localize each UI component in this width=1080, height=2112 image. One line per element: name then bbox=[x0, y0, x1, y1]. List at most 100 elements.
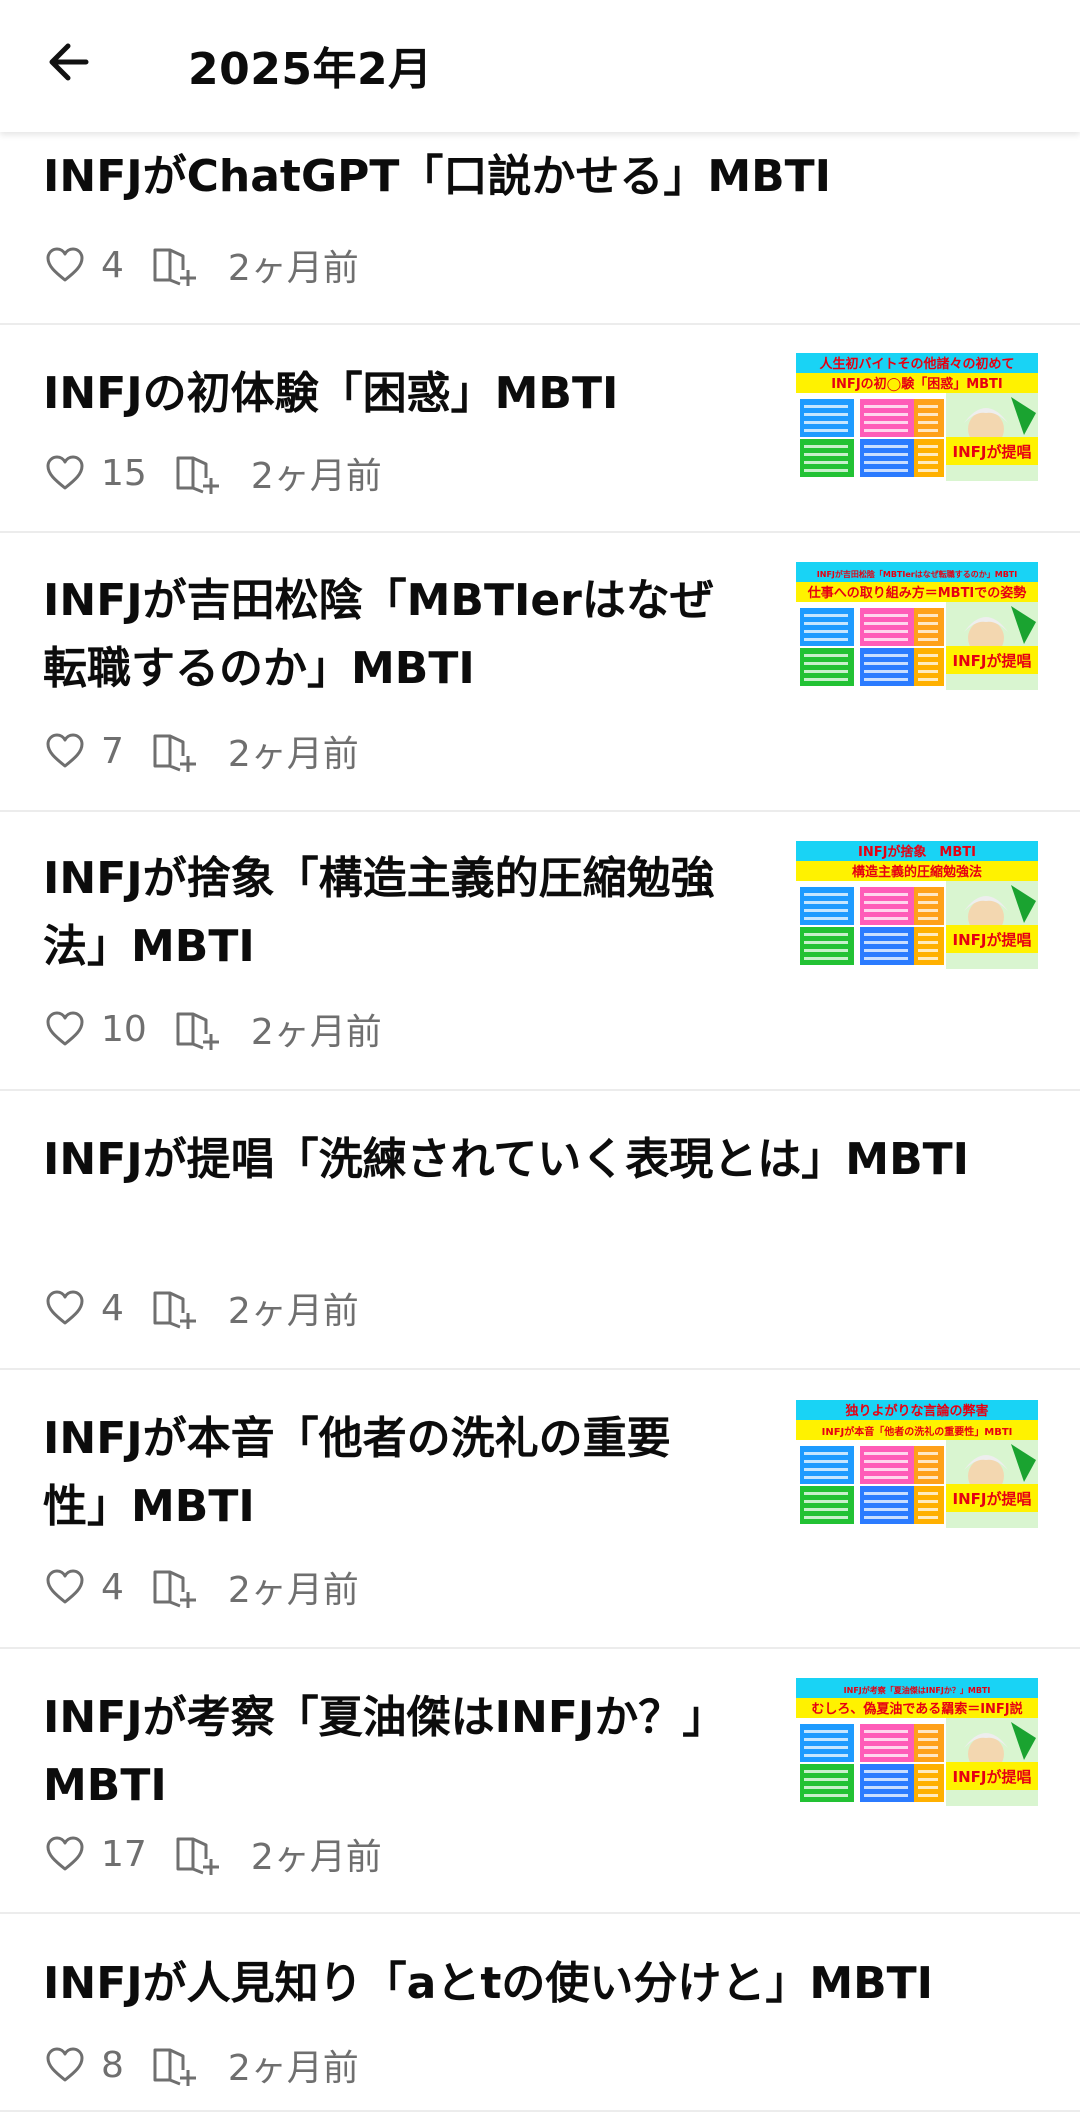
article-meta: 4 2ヶ月前 bbox=[43, 240, 359, 290]
add-to-magazine-button[interactable] bbox=[147, 448, 223, 498]
article-thumbnail[interactable]: INFJが考察「夏油傑はINFJか？」MBTI むしろ、偽夏油である羂索＝INFJ… bbox=[796, 1678, 1038, 1806]
post-age: 2ヶ月前 bbox=[227, 1570, 359, 1611]
post-age: 2ヶ月前 bbox=[227, 2048, 359, 2089]
heart-outline-icon bbox=[46, 455, 84, 490]
like-count: 4 bbox=[101, 1287, 124, 1329]
heart-outline-icon bbox=[46, 1836, 84, 1871]
magazine-add-icon bbox=[153, 2048, 196, 2086]
post-age: 2ヶ月前 bbox=[227, 1291, 359, 1332]
article-meta: 4 2ヶ月前 bbox=[43, 1283, 359, 1333]
article-title-line: 転職するのか」MBTI bbox=[43, 643, 475, 694]
like-button[interactable] bbox=[43, 1007, 87, 1051]
add-to-magazine-button[interactable] bbox=[124, 240, 200, 290]
article-title-line: INFJの初体験「困惑」MBTI bbox=[43, 368, 619, 419]
app-header: 2025年2月 bbox=[0, 0, 1080, 132]
like-button[interactable] bbox=[43, 451, 87, 495]
magazine-add-icon bbox=[153, 734, 196, 772]
thumb-line2: INFJが本音「他者の洗礼の重要性」MBTI bbox=[822, 1425, 1013, 1438]
add-to-magazine-button[interactable] bbox=[124, 726, 200, 776]
article-title-line: INFJが捨象「構造主義的圧縮勉強 bbox=[43, 853, 715, 904]
article-title-line: MBTI bbox=[43, 1760, 167, 1811]
list-item[interactable]: INFJがChatGPT「口説かせる」MBTI 4 2ヶ月前 bbox=[0, 132, 1080, 325]
like-button[interactable] bbox=[43, 2043, 87, 2087]
like-button[interactable] bbox=[43, 729, 87, 773]
thumb-line2: 構造主義的圧縮勉強法 bbox=[852, 864, 982, 880]
like-button[interactable] bbox=[43, 243, 87, 287]
article-title-line: INFJが吉田松陰「MBTIerはなぜ bbox=[43, 575, 714, 626]
like-count: 4 bbox=[101, 244, 124, 286]
magazine-add-icon bbox=[153, 1291, 196, 1329]
article-thumbnail[interactable]: 人生初バイトその他諸々の初めて INFJの初◯験「困惑」MBTI INFJが提唱 bbox=[796, 353, 1038, 481]
add-to-magazine-button[interactable] bbox=[124, 1562, 200, 1612]
list-item[interactable]: INFJが捨象「構造主義的圧縮勉強 法」MBTI 10 2ヶ月前 INFJが捨象 MBT… bbox=[0, 810, 1080, 1091]
article-title[interactable]: INFJが吉田松陰「MBTIerはなぜ 転職するのか」MBTI bbox=[43, 567, 714, 703]
article-meta: 7 2ヶ月前 bbox=[43, 726, 359, 776]
magazine-add-icon bbox=[153, 1570, 196, 1608]
thumb-line1: 人生初バイトその他諸々の初めて bbox=[819, 356, 1014, 372]
add-to-magazine-button[interactable] bbox=[147, 1004, 223, 1054]
heart-outline-icon bbox=[46, 1290, 84, 1325]
heart-outline-icon bbox=[46, 733, 84, 768]
article-title-line: 法」MBTI bbox=[43, 921, 255, 972]
add-to-magazine-button[interactable] bbox=[124, 1283, 200, 1333]
list-item[interactable]: INFJが吉田松陰「MBTIerはなぜ 転職するのか」MBTI 7 2ヶ月前 INFJが… bbox=[0, 531, 1080, 812]
like-button[interactable] bbox=[43, 1565, 87, 1609]
magazine-add-icon bbox=[176, 456, 219, 494]
add-to-magazine-button[interactable] bbox=[124, 2040, 200, 2090]
article-meta: 10 2ヶ月前 bbox=[43, 1004, 382, 1054]
heart-outline-icon bbox=[46, 247, 84, 282]
magazine-add-icon bbox=[176, 1837, 219, 1875]
magazine-add-icon bbox=[176, 1012, 219, 1050]
add-to-magazine-button[interactable] bbox=[147, 1829, 223, 1879]
list-item[interactable]: INFJの初体験「困惑」MBTI 15 2ヶ月前 人生初バイトその他諸々の初めて INF… bbox=[0, 323, 1080, 533]
thumb-badge: INFJが提唱 bbox=[953, 1490, 1032, 1508]
article-thumbnail[interactable]: INFJが吉田松陰「MBTIerはなぜ転職するのか」MBTI 仕事への取り組み方＝… bbox=[796, 562, 1038, 690]
article-title[interactable]: INFJの初体験「困惑」MBTI bbox=[43, 360, 618, 428]
like-count: 15 bbox=[101, 452, 147, 494]
thumb-badge: INFJが提唱 bbox=[953, 443, 1032, 461]
magazine-add-icon bbox=[153, 248, 196, 286]
article-meta: 4 2ヶ月前 bbox=[43, 1562, 359, 1612]
article-meta: 15 2ヶ月前 bbox=[43, 448, 382, 498]
article-title[interactable]: INFJが人見知り「aとtの使い分けと」MBTI bbox=[43, 1950, 933, 2018]
page-title: 2025年2月 bbox=[188, 44, 433, 95]
arrow-left-icon bbox=[49, 43, 89, 81]
article-title[interactable]: INFJが本音「他者の洗礼の重要 性」MBTI bbox=[43, 1405, 671, 1541]
like-count: 8 bbox=[101, 2044, 124, 2086]
heart-outline-icon bbox=[46, 2047, 84, 2082]
thumb-line2: 仕事への取り組み方＝MBTIでの姿勢 bbox=[807, 585, 1027, 601]
thumb-badge: INFJが提唱 bbox=[953, 1768, 1032, 1786]
article-title-line: INFJが本音「他者の洗礼の重要 bbox=[43, 1413, 671, 1464]
heart-outline-icon bbox=[46, 1569, 84, 1604]
thumb-line1: INFJが吉田松陰「MBTIerはなぜ転職するのか」MBTI bbox=[817, 569, 1017, 579]
back-button[interactable] bbox=[40, 26, 112, 98]
post-age: 2ヶ月前 bbox=[250, 1837, 382, 1878]
list-item[interactable]: INFJが提唱「洗練されていく表現とは」MBTI 4 2ヶ月前 bbox=[0, 1089, 1080, 1370]
post-age: 2ヶ月前 bbox=[227, 248, 359, 289]
thumb-line2: むしろ、偽夏油である羂索＝INFJ説 bbox=[811, 1701, 1022, 1717]
list-item[interactable]: INFJが本音「他者の洗礼の重要 性」MBTI 4 2ヶ月前 独りよがりな言論の弊害 IN… bbox=[0, 1368, 1080, 1649]
article-title[interactable]: INFJが捨象「構造主義的圧縮勉強 法」MBTI bbox=[43, 845, 715, 981]
article-meta: 17 2ヶ月前 bbox=[43, 1829, 382, 1879]
article-meta: 8 2ヶ月前 bbox=[43, 2040, 359, 2090]
list-item[interactable]: INFJが考察「夏油傑はINFJか？」 MBTI 17 2ヶ月前 INFJが考察「夏油傑… bbox=[0, 1647, 1080, 1914]
like-count: 7 bbox=[101, 730, 124, 772]
post-age: 2ヶ月前 bbox=[250, 456, 382, 497]
like-button[interactable] bbox=[43, 1832, 87, 1876]
thumb-line1: INFJが捨象 MBTI bbox=[858, 844, 976, 860]
article-thumbnail[interactable]: 独りよがりな言論の弊害 INFJが本音「他者の洗礼の重要性」MBTI INFJが提唱 bbox=[796, 1400, 1038, 1528]
article-title-line: INFJがChatGPT「口説かせる」MBTI bbox=[43, 151, 832, 202]
thumb-badge: INFJが提唱 bbox=[953, 931, 1032, 949]
article-title-line: INFJが提唱「洗練されていく表現とは」MBTI bbox=[43, 1134, 970, 1185]
article-thumbnail[interactable]: INFJが捨象 MBTI 構造主義的圧縮勉強法 INFJが提唱 bbox=[796, 841, 1038, 969]
list-item[interactable]: INFJが人見知り「aとtの使い分けと」MBTI 8 2ヶ月前 bbox=[0, 1912, 1080, 2112]
thumb-badge: INFJが提唱 bbox=[953, 652, 1032, 670]
article-title[interactable]: INFJが考察「夏油傑はINFJか？」 MBTI bbox=[43, 1684, 726, 1820]
post-age: 2ヶ月前 bbox=[227, 734, 359, 775]
article-title[interactable]: INFJが提唱「洗練されていく表現とは」MBTI bbox=[43, 1126, 969, 1194]
heart-outline-icon bbox=[46, 1011, 84, 1046]
article-title-line: 性」MBTI bbox=[43, 1481, 255, 1532]
like-button[interactable] bbox=[43, 1286, 87, 1330]
article-title[interactable]: INFJがChatGPT「口説かせる」MBTI bbox=[43, 143, 831, 211]
thumb-line1: 独りよがりな言論の弊害 bbox=[845, 1403, 988, 1419]
